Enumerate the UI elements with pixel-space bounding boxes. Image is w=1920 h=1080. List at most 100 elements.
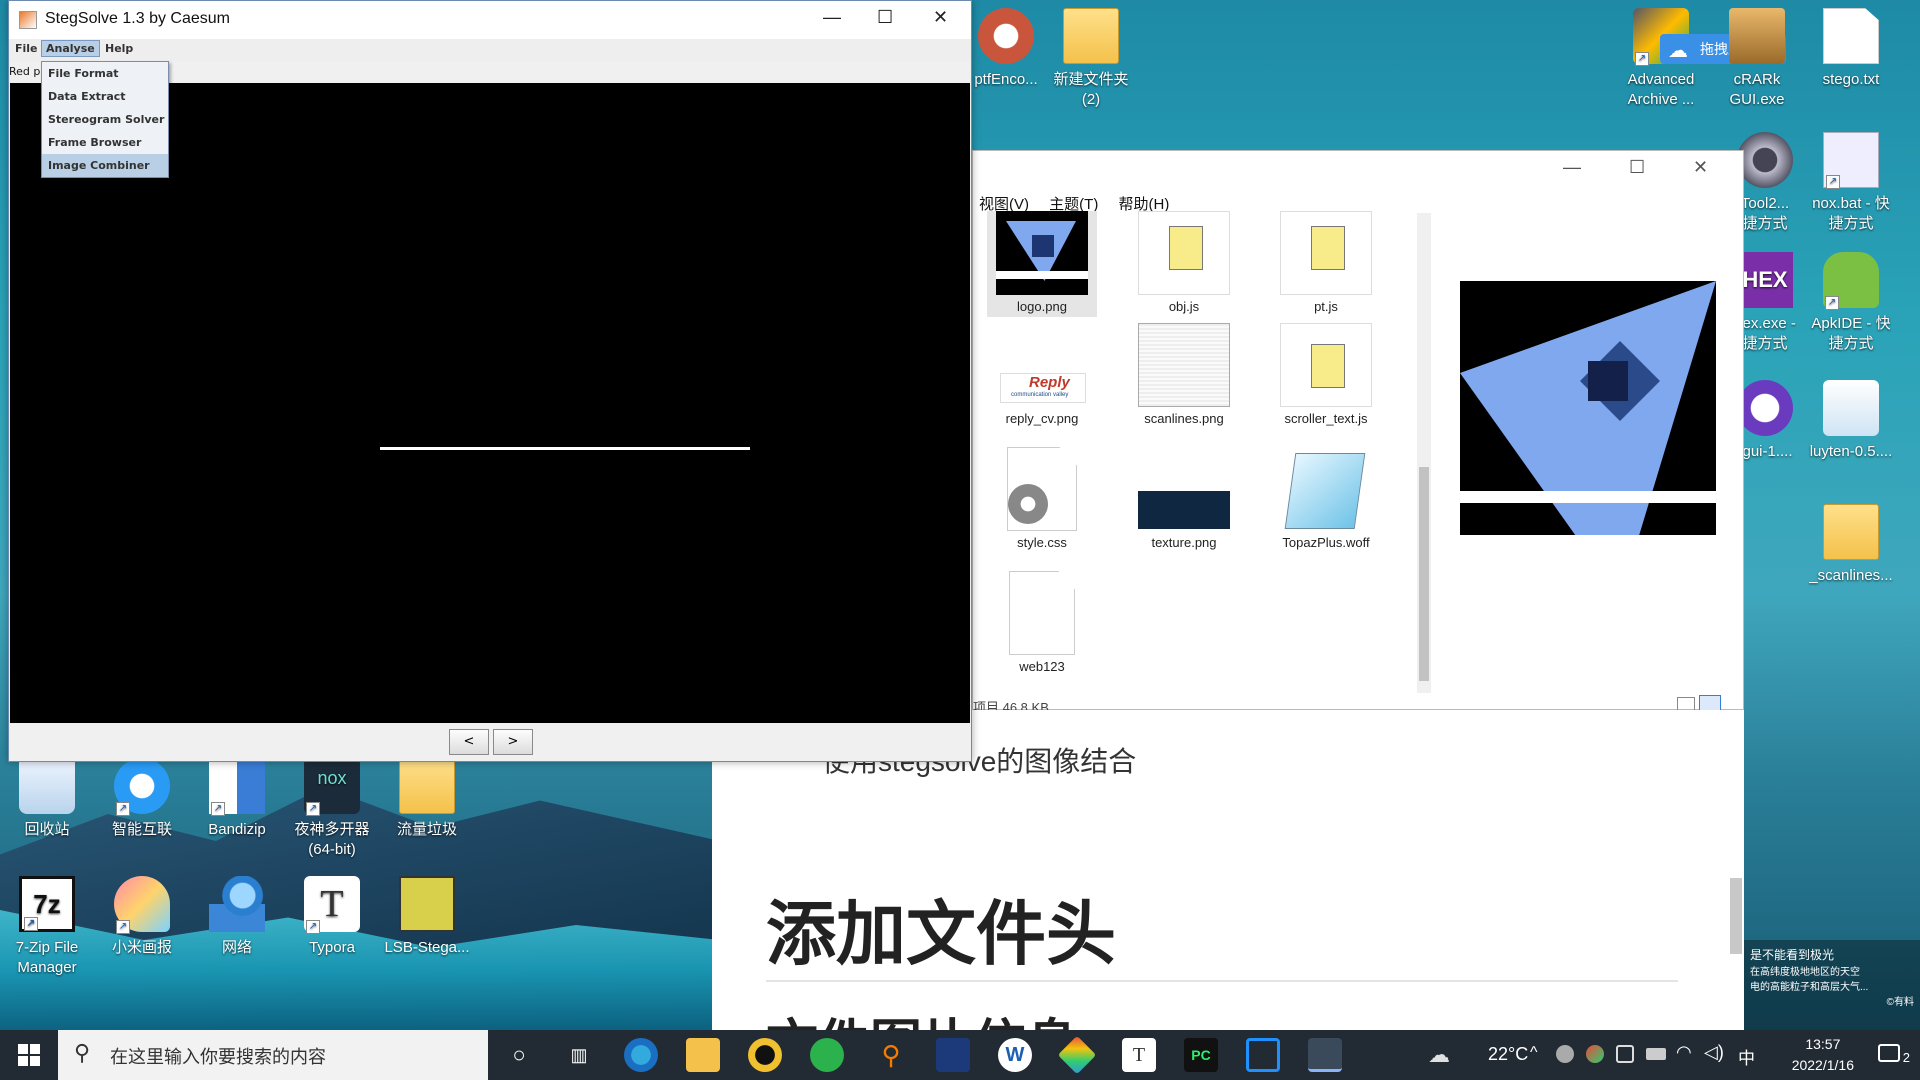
tray-chevron-icon[interactable]: ^ xyxy=(1530,1044,1538,1062)
menu-file[interactable]: File xyxy=(15,42,38,55)
magnifier-app-icon[interactable]: ⚲ xyxy=(874,1038,908,1072)
exe-app-icon[interactable] xyxy=(936,1038,970,1072)
desktop-icon-crark[interactable]: cRARk GUI.exe xyxy=(1710,8,1804,110)
desktop-icon-recycle-bin[interactable]: 回收站 xyxy=(0,758,94,840)
window-title: StegSolve 1.3 by Caesum xyxy=(45,10,230,27)
ime-indicator[interactable]: 中 xyxy=(1738,1044,1755,1069)
qq-icon[interactable] xyxy=(748,1038,782,1072)
file-item[interactable]: TopazPlus.woff xyxy=(1271,447,1381,550)
file-item[interactable]: logo.png xyxy=(987,211,1097,317)
icon-label: cRARk GUI.exe xyxy=(1729,71,1785,108)
explorer-scrollbar[interactable] xyxy=(1417,213,1431,693)
desktop-icon-typora[interactable]: T ↗ Typora xyxy=(285,876,379,958)
file-item[interactable]: web123 xyxy=(987,571,1097,674)
desktop-icon-stego-txt[interactable]: stego.txt xyxy=(1804,8,1898,90)
icon-label: luyten-0.5.... xyxy=(1809,443,1893,460)
menu-item-data-extract[interactable]: Data Extract xyxy=(42,85,168,108)
windows-start-icon[interactable] xyxy=(18,1044,40,1066)
desktop-icon-new-folder[interactable]: 新建文件夹 (2) xyxy=(1044,8,1138,110)
cortana-icon[interactable]: ○ xyxy=(502,1038,536,1072)
battery-icon[interactable] xyxy=(1646,1048,1666,1060)
icon-label: 网络 xyxy=(221,939,252,956)
tool-icon xyxy=(1737,132,1793,188)
file-item[interactable]: pt.js xyxy=(1271,211,1381,314)
script-icon xyxy=(1138,211,1230,295)
menu-analyse[interactable]: Analyse xyxy=(41,40,100,57)
file-item[interactable]: texture.png xyxy=(1129,447,1239,550)
wifi-icon[interactable]: ◠ xyxy=(1676,1042,1692,1063)
desktop-icon-nox-multi[interactable]: nox ↗ 夜神多开器 (64-bit) xyxy=(285,758,379,860)
stegsolve-window[interactable]: StegSolve 1.3 by Caesum — ☐ ✕ File Analy… xyxy=(8,0,972,762)
file-item[interactable]: style.css xyxy=(987,447,1097,550)
stegsolve-titlebar[interactable]: StegSolve 1.3 by Caesum — ☐ ✕ xyxy=(9,1,971,39)
scanlines-thumb-icon xyxy=(1138,323,1230,407)
notification-center-icon[interactable]: 2 xyxy=(1878,1044,1910,1067)
file-item[interactable]: Reply communication valley reply_cv.png xyxy=(987,323,1097,426)
text-file-icon xyxy=(1823,8,1879,64)
clock[interactable]: 13:57 2022/1/16 xyxy=(1792,1034,1854,1076)
menu-help[interactable]: Help xyxy=(105,42,133,55)
menu-item-file-format[interactable]: File Format xyxy=(42,62,168,85)
task-view-icon[interactable]: ▥ xyxy=(562,1038,596,1072)
desktop-icon-nox-bat[interactable]: ↗ nox.bat - 快 捷方式 xyxy=(1804,132,1898,234)
menu-item-frame-browser[interactable]: Frame Browser xyxy=(42,131,168,154)
desktop-icon-luyten[interactable]: luyten-0.5.... xyxy=(1804,380,1898,462)
reply-logo-icon: Reply communication valley xyxy=(996,323,1088,407)
tray-app-icon[interactable] xyxy=(1556,1045,1574,1063)
tray-app-icon[interactable] xyxy=(1586,1045,1604,1063)
taskbar: ⚲ 在这里输入你要搜索的内容 ○ ▥ ⚲ W T PC ☁ 22°C ^ ◠ ◁… xyxy=(0,1030,1920,1080)
weather-cloud-icon[interactable]: ☁ xyxy=(1428,1042,1450,1068)
typora-taskbar-icon[interactable]: T xyxy=(1122,1038,1156,1072)
icon-label: 夜神多开器 (64-bit) xyxy=(294,821,370,858)
explorer-title-buttons: — ☐ ✕ xyxy=(1543,151,1743,187)
doc-divider xyxy=(766,980,1678,982)
maximize-icon[interactable]: ☐ xyxy=(1629,157,1645,178)
desktop-icon-7zip[interactable]: 7z ↗ 7-Zip File Manager xyxy=(0,876,94,978)
doc-heading-2: 文件图片信息 xyxy=(766,1002,1078,1030)
taskbar-search-box[interactable]: ⚲ 在这里输入你要搜索的内容 xyxy=(58,1030,488,1080)
file-explorer-window[interactable]: — ☐ ✕ 视图(V) 主题(T) 帮助(H) logo.png obj.js … xyxy=(972,150,1744,715)
wechat-icon[interactable] xyxy=(810,1038,844,1072)
minimize-icon[interactable]: — xyxy=(1563,157,1581,178)
desktop-icon-scanlines[interactable]: _scanlines... xyxy=(1804,504,1898,586)
scrollbar-thumb[interactable] xyxy=(1419,467,1429,681)
icon-label: stego.txt xyxy=(1822,71,1880,88)
desktop-icon-ptfenco[interactable]: ptfEnco... xyxy=(966,8,1046,90)
desktop-icon-smart-link[interactable]: ↗ 智能互联 xyxy=(95,758,189,840)
edge-icon[interactable] xyxy=(624,1038,658,1072)
tray-app-icon[interactable] xyxy=(1616,1045,1634,1063)
file-item[interactable]: scroller_text.js xyxy=(1271,323,1381,426)
temperature[interactable]: 22°C xyxy=(1488,1044,1528,1065)
preview-white-band xyxy=(1460,491,1716,503)
pycharm-icon[interactable]: PC xyxy=(1184,1038,1218,1072)
folder-icon xyxy=(1063,8,1119,64)
icon-label: Typora xyxy=(309,939,355,956)
desktop-icon-apkide[interactable]: ↗ ApkIDE - 快 捷方式 xyxy=(1804,252,1898,354)
file-item[interactable]: scanlines.png xyxy=(1129,323,1239,426)
desktop-icon-bandizip[interactable]: ↗ Bandizip xyxy=(190,758,284,840)
menu-item-image-combiner[interactable]: Image Combiner xyxy=(42,154,168,177)
window-app-icon[interactable] xyxy=(1246,1038,1280,1072)
minimize-icon[interactable]: — xyxy=(823,7,841,28)
file-item[interactable]: obj.js xyxy=(1129,211,1239,314)
java-taskbar-icon[interactable] xyxy=(1308,1038,1342,1072)
menu-item-stereogram-solver[interactable]: Stereogram Solver xyxy=(42,108,168,131)
colorful-app-icon[interactable] xyxy=(1057,1035,1097,1075)
wallpaper-caption: 是不能看到极光 在高纬度极地地区的天空 电的高能粒子和高层大气... ©有料 xyxy=(1744,940,1920,1030)
image-canvas xyxy=(10,83,970,723)
desktop-icon-network[interactable]: 网络 xyxy=(190,876,284,958)
prev-button[interactable]: < xyxy=(449,729,489,755)
doc-scrollbar[interactable] xyxy=(1730,878,1742,954)
file-explorer-icon[interactable] xyxy=(686,1038,720,1072)
close-icon[interactable]: ✕ xyxy=(1693,157,1708,178)
close-icon[interactable]: ✕ xyxy=(933,7,948,28)
desktop-icon-lsb[interactable]: LSB-Stega... xyxy=(380,876,474,958)
desktop-icon-traffic[interactable]: 流量垃圾 xyxy=(380,758,474,840)
desktop-icon-mi-pic[interactable]: ↗ 小米画报 xyxy=(95,876,189,958)
nox-icon: nox ↗ xyxy=(304,758,360,816)
maximize-icon[interactable]: ☐ xyxy=(877,7,893,28)
stegsolve-menubar: File Analyse Help xyxy=(9,39,971,61)
wps-icon[interactable]: W xyxy=(998,1038,1032,1072)
volume-icon[interactable]: ◁) xyxy=(1704,1042,1724,1063)
next-button[interactable]: > xyxy=(493,729,533,755)
